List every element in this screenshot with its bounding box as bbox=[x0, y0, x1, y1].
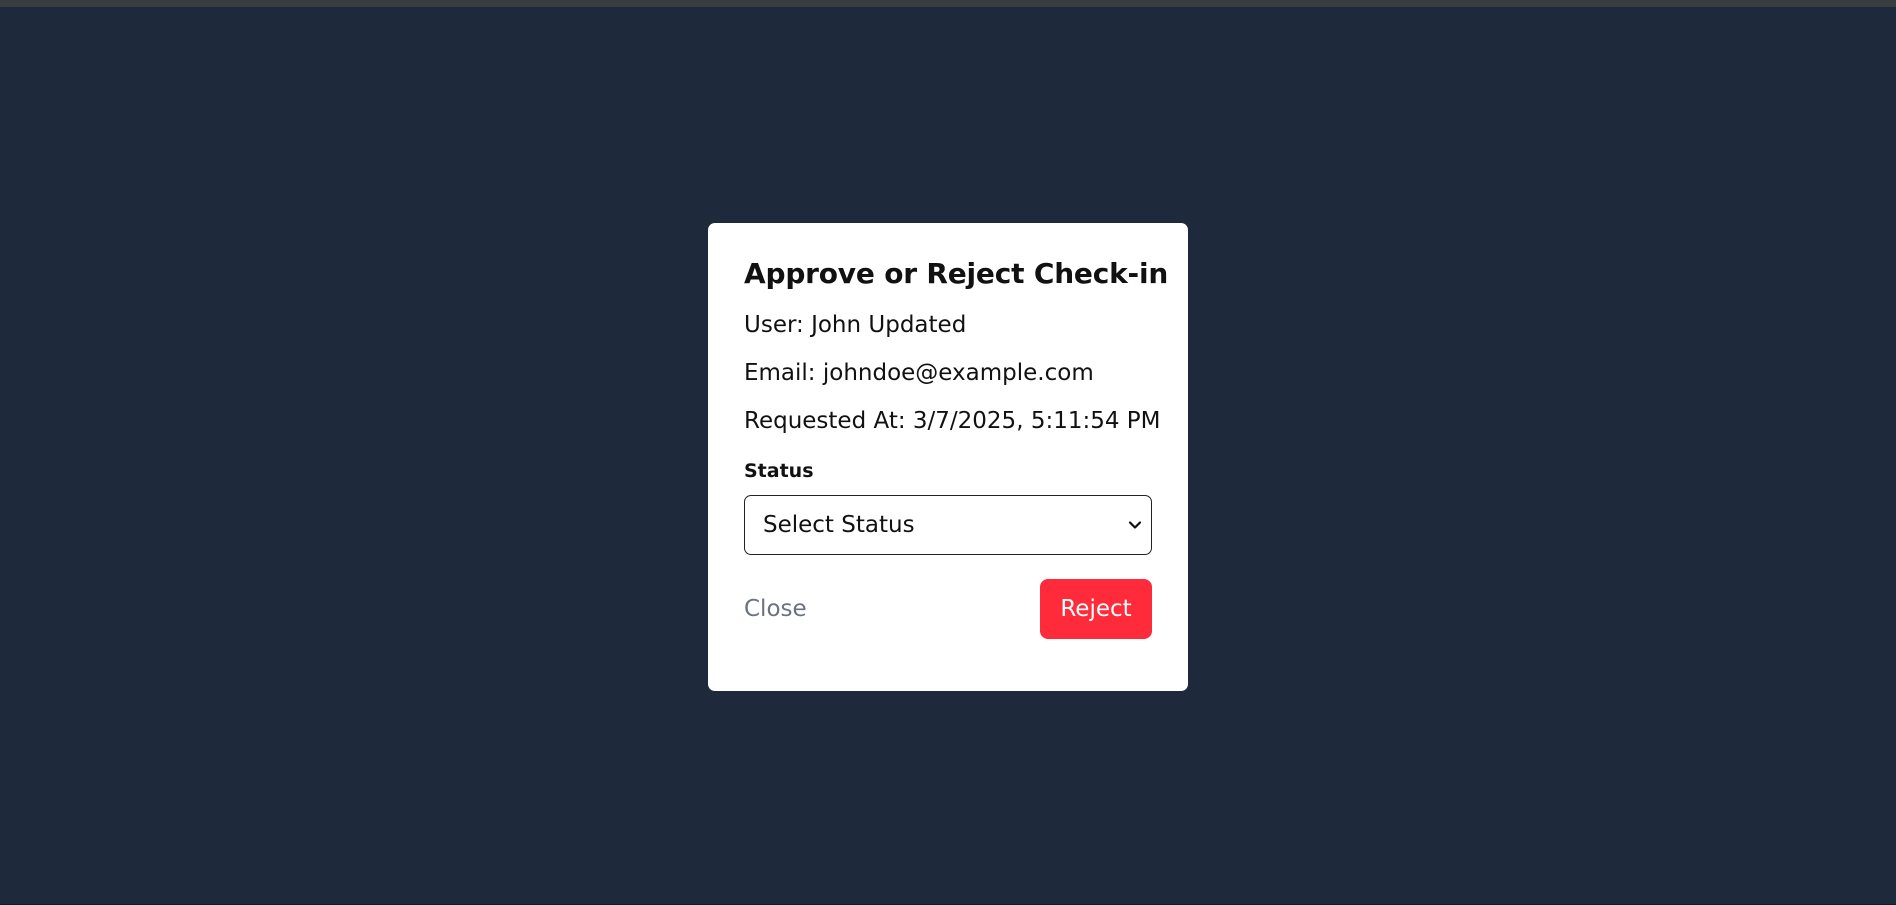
status-select-value: Select Status bbox=[763, 512, 915, 538]
browser-top-strip bbox=[0, 0, 1896, 7]
status-label: Status bbox=[744, 460, 814, 482]
close-button[interactable]: Close bbox=[744, 596, 807, 622]
chevron-down-icon bbox=[1127, 517, 1143, 533]
status-select[interactable]: Select Status bbox=[744, 495, 1152, 555]
modal-actions: Close Reject bbox=[744, 579, 1152, 639]
check-in-modal: Approve or Reject Check-in User: John Up… bbox=[708, 223, 1188, 691]
email-info: Email: johndoe@example.com bbox=[744, 360, 1094, 386]
modal-title: Approve or Reject Check-in bbox=[744, 257, 1169, 290]
reject-button[interactable]: Reject bbox=[1040, 579, 1152, 639]
requested-at-info: Requested At: 3/7/2025, 5:11:54 PM bbox=[744, 408, 1161, 434]
user-info: User: John Updated bbox=[744, 312, 967, 338]
page-backdrop: Approve or Reject Check-in User: John Up… bbox=[0, 0, 1896, 905]
